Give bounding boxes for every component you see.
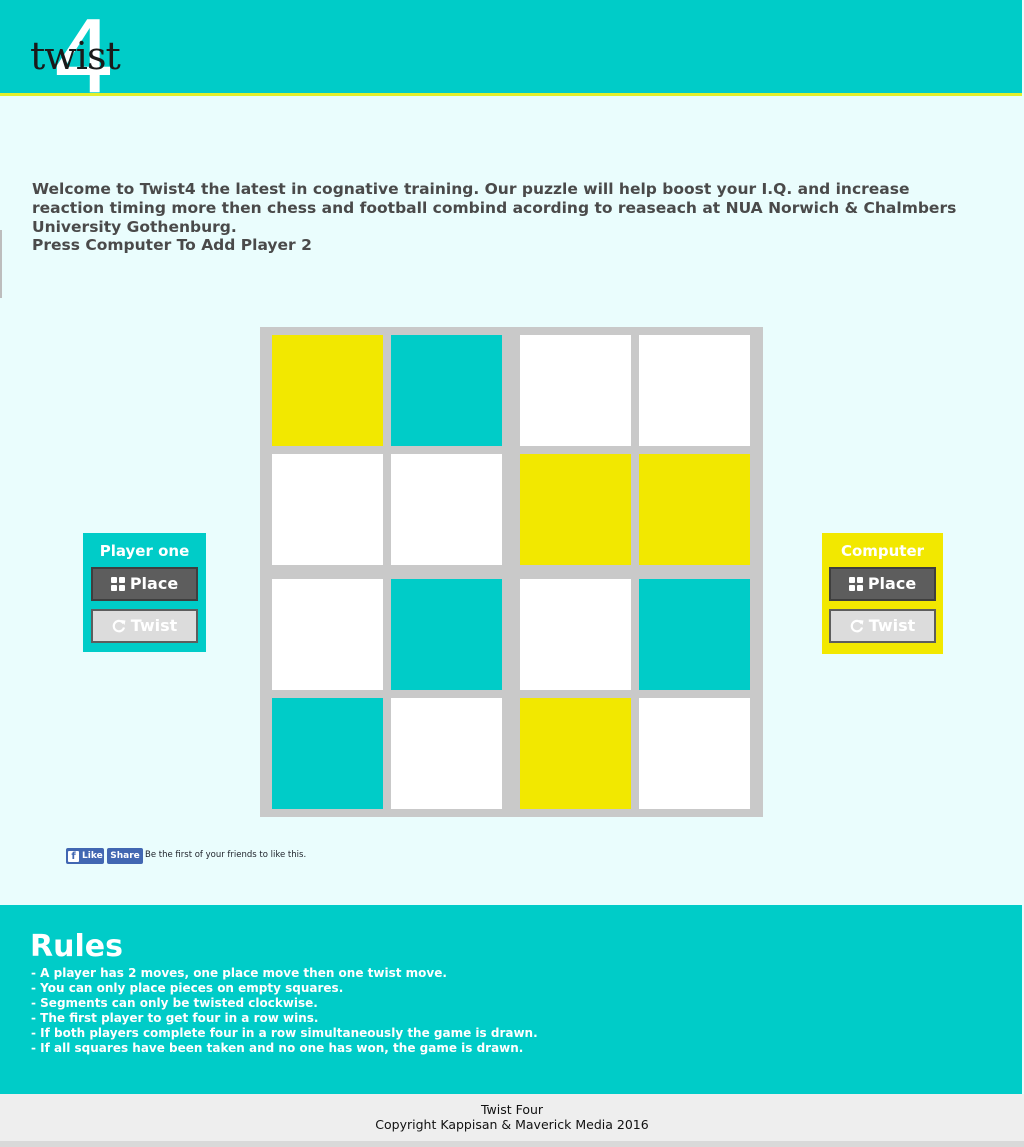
board-cell-r4-c2[interactable] <box>391 698 502 809</box>
rule-item: - A player has 2 moves, one place move t… <box>31 966 447 980</box>
computer-place-button[interactable]: Place <box>829 567 936 601</box>
horizontal-scrollbar[interactable] <box>0 1141 1024 1147</box>
place-label: Place <box>129 573 179 593</box>
site-footer: Twist Four Copyright Kappisan & Maverick… <box>0 1094 1024 1147</box>
game-board <box>260 327 763 817</box>
player-one-twist-button[interactable]: Twist <box>91 609 198 643</box>
rules-title: Rules <box>30 929 123 964</box>
computer-title: Computer <box>840 542 925 560</box>
board-cell-r2-c3[interactable] <box>520 454 631 565</box>
board-cell-r3-c3[interactable] <box>520 579 631 690</box>
board-cell-r1-c1[interactable] <box>272 335 383 446</box>
board-cell-r3-c2[interactable] <box>391 579 502 690</box>
player-one-place-button[interactable]: Place <box>91 567 198 601</box>
rotate-clockwise-icon <box>850 618 864 637</box>
footer-copyright: Copyright Kappisan & Maverick Media 2016 <box>375 1117 649 1132</box>
grid-icon <box>848 576 863 595</box>
board-cell-r1-c2[interactable] <box>391 335 502 446</box>
rule-item: - If all squares have been taken and no … <box>31 1041 524 1055</box>
board-cell-r2-c1[interactable] <box>272 454 383 565</box>
board-cell-r1-c4[interactable] <box>639 335 750 446</box>
place-label: Place <box>867 573 917 593</box>
twist-label: Twist <box>868 615 916 635</box>
facebook-share-button[interactable]: Share <box>107 848 143 864</box>
rule-item: - If both players complete four in a row… <box>31 1026 538 1040</box>
add-player-prompt: Press Computer To Add Player 2 <box>32 236 312 254</box>
welcome-text: Welcome to Twist4 the latest in cognativ… <box>32 180 957 236</box>
twist-label: Twist <box>130 615 178 635</box>
rule-item: - The first player to get four in a row … <box>31 1011 319 1025</box>
rules-section: Rules - A player has 2 moves, one place … <box>0 905 1022 1094</box>
logo[interactable]: 4 twist <box>30 8 130 108</box>
footer-title: Twist Four <box>480 1102 544 1117</box>
computer-panel[interactable]: Computer Place Twist <box>822 533 943 654</box>
rules-list: - A player has 2 moves, one place move t… <box>31 966 538 1056</box>
rotate-clockwise-icon <box>112 618 126 637</box>
board-cell-r4-c3[interactable] <box>520 698 631 809</box>
computer-twist-button[interactable]: Twist <box>829 609 936 643</box>
rule-item: - You can only place pieces on empty squ… <box>31 981 344 995</box>
player-one-title: Player one <box>99 542 190 560</box>
player-one-panel: Player one Place Twist <box>83 533 206 652</box>
like-label: Like <box>82 851 103 861</box>
board-cell-r3-c4[interactable] <box>639 579 750 690</box>
site-header: 4 twist <box>0 0 1022 108</box>
board-cell-r2-c2[interactable] <box>391 454 502 565</box>
page-edge-marker <box>0 230 2 298</box>
board-cell-r4-c4[interactable] <box>639 698 750 809</box>
rule-item: - Segments can only be twisted clockwise… <box>31 996 318 1010</box>
logo-word: twist <box>30 34 121 78</box>
facebook-social-text: Be the first of your friends to like thi… <box>145 850 307 860</box>
facebook-like-button[interactable]: f Like <box>66 848 104 864</box>
board-cell-r4-c1[interactable] <box>272 698 383 809</box>
grid-icon <box>110 576 125 595</box>
board-cell-r2-c4[interactable] <box>639 454 750 565</box>
facebook-icon: f <box>68 851 79 862</box>
board-cell-r1-c3[interactable] <box>520 335 631 446</box>
board-cell-r3-c1[interactable] <box>272 579 383 690</box>
